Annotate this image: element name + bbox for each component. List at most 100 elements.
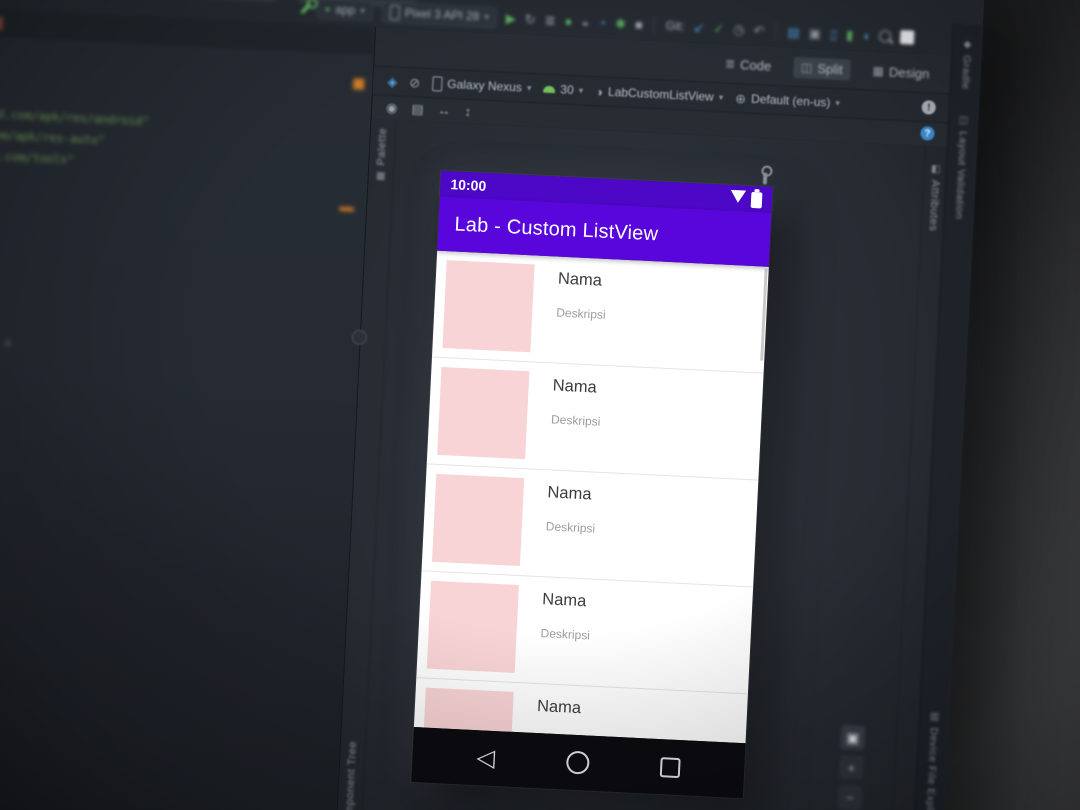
recents-icon[interactable] bbox=[659, 756, 681, 778]
api-level-selector[interactable]: 30 ▾ bbox=[543, 82, 584, 98]
git-commit-icon[interactable]: ✓ bbox=[713, 20, 725, 36]
palette-label: Palette bbox=[375, 127, 390, 166]
list-item[interactable]: Nama Deskripsi bbox=[431, 250, 769, 374]
preview-device-label: Galaxy Nexus bbox=[446, 76, 523, 95]
code-line: ent"△ bbox=[0, 332, 12, 348]
api-level-label: 30 bbox=[560, 82, 575, 98]
item-title: Nama bbox=[547, 483, 592, 504]
component-tree-stripe-button[interactable]: Component Tree ▤ bbox=[342, 741, 359, 810]
back-icon[interactable]: ◁ bbox=[476, 744, 496, 772]
home-icon[interactable] bbox=[565, 750, 590, 775]
tab-split-label: Split bbox=[817, 60, 844, 77]
layout-validation-stripe-button[interactable]: ◫ Layout Validation bbox=[953, 109, 970, 219]
device-file-explorer-icon: ▥ bbox=[929, 711, 940, 723]
theme-icon: ◑ bbox=[594, 83, 604, 100]
device-manager-icon[interactable]: ▯ bbox=[830, 26, 838, 41]
chevron-down-icon: ▾ bbox=[360, 5, 366, 16]
run-icon[interactable]: ▶ bbox=[506, 10, 517, 25]
gradle-stripe-button[interactable]: ◆ Gradle bbox=[959, 34, 974, 90]
locale-selector[interactable]: ⊕ Default (en-us) ▾ bbox=[735, 90, 840, 110]
run-config-label: app bbox=[334, 2, 356, 18]
photo-of-android-studio: ● app ▾ Pixel 3 API 28 ▾ ▶ ↻ ≣ ● ◒ ◔ ✱ ■ bbox=[0, 0, 1080, 810]
project-folder-icon[interactable]: ▤ bbox=[787, 24, 800, 40]
stop-icon[interactable]: ■ bbox=[635, 17, 644, 32]
tab-code[interactable]: ≣ Code bbox=[717, 53, 780, 77]
component-tree-label: Component Tree bbox=[342, 740, 360, 810]
phone-icon bbox=[389, 4, 401, 20]
wifi-icon bbox=[730, 189, 747, 203]
toolbar-spacer bbox=[852, 104, 910, 107]
item-text: Nama Deskripsi bbox=[549, 372, 603, 462]
zoom-out-button[interactable]: − bbox=[837, 784, 863, 810]
design-surface-icon[interactable]: ◈ bbox=[387, 73, 398, 88]
layout-validation-icon: ◫ bbox=[958, 114, 969, 126]
toolbar-separator bbox=[775, 21, 777, 40]
design-surface[interactable]: Palette ▦ Component Tree ▤ ◧ Attributes bbox=[335, 119, 948, 810]
item-text: Nama Deskripsi bbox=[554, 266, 608, 356]
attach-debugger-icon[interactable]: ◒ bbox=[581, 14, 590, 29]
item-description: Deskripsi bbox=[545, 519, 596, 536]
item-text: Nama Deskripsi bbox=[539, 586, 593, 676]
attributes-icon: ◧ bbox=[930, 163, 941, 176]
item-description: Deskripsi bbox=[550, 412, 601, 429]
device-selector[interactable]: Pixel 3 API 28 ▾ bbox=[381, 1, 498, 28]
render-wrench-icon[interactable] bbox=[762, 172, 768, 185]
debug-icon[interactable]: ● bbox=[564, 13, 573, 28]
error-stripe-marker[interactable] bbox=[352, 78, 365, 90]
palette-stripe-button[interactable]: Palette ▦ bbox=[374, 128, 389, 187]
list-item[interactable]: Nama Deskripsi bbox=[426, 357, 764, 481]
tab-split[interactable]: ◫ Split bbox=[792, 56, 852, 81]
help-icon[interactable]: ? bbox=[920, 126, 935, 141]
listview[interactable]: Nama Deskripsi Nama Deskripsi Nama Deskr… bbox=[413, 250, 769, 744]
list-item[interactable]: Nama Deskripsi bbox=[416, 571, 754, 695]
item-title: Nama bbox=[536, 697, 582, 718]
item-title: Nama bbox=[552, 376, 598, 397]
layout-validation-label: Layout Validation bbox=[952, 130, 970, 220]
device-file-explorer-stripe-button[interactable]: ▥ Device File Explorer bbox=[923, 706, 941, 810]
chevron-down-icon: ▾ bbox=[526, 82, 532, 93]
apply-code-changes-icon[interactable]: ≣ bbox=[544, 12, 556, 28]
code-line: id.com/tools" bbox=[0, 148, 75, 167]
git-history-icon[interactable]: ◷ bbox=[733, 21, 745, 37]
run-config-icon: ● bbox=[324, 3, 331, 14]
profiler-icon[interactable]: ◔ bbox=[598, 15, 607, 30]
zoom-in-button[interactable]: + bbox=[838, 754, 865, 781]
list-item[interactable]: Nama Deskripsi bbox=[421, 464, 759, 588]
gradle-icon: ◆ bbox=[963, 39, 972, 51]
view-list-icon[interactable]: ▤ bbox=[411, 101, 424, 117]
xml-code-area[interactable]: roid.com/apk/res/android" com/apk/res-au… bbox=[0, 34, 374, 810]
device-label: Pixel 3 API 28 bbox=[404, 5, 480, 24]
run-configuration-selector[interactable]: ● app ▾ bbox=[316, 0, 374, 22]
item-image-placeholder bbox=[426, 580, 519, 673]
git-update-icon[interactable]: ↙ bbox=[693, 19, 705, 35]
search-icon[interactable] bbox=[878, 29, 892, 43]
editor-tab-fragment[interactable] bbox=[0, 15, 4, 31]
terminal-icon[interactable]: ▣ bbox=[808, 25, 821, 41]
view-options-eye-icon[interactable]: ◉ bbox=[386, 99, 398, 115]
issues-info-icon[interactable]: ! bbox=[921, 100, 937, 115]
layout-width-icon[interactable]: ↔ bbox=[437, 102, 451, 118]
attributes-label[interactable]: Attributes bbox=[927, 180, 941, 232]
item-image-placeholder bbox=[431, 473, 525, 567]
layout-height-icon[interactable]: ↕ bbox=[464, 103, 471, 118]
phone-preview[interactable]: 10:00 Lab - Custom ListView Nama Deskrip… bbox=[411, 170, 773, 799]
running-devices-icon[interactable]: ▮ bbox=[846, 27, 854, 42]
apply-changes-icon[interactable]: ↻ bbox=[525, 11, 537, 27]
git-rollback-icon[interactable]: ↶ bbox=[753, 22, 765, 38]
split-mode-icon: ◫ bbox=[800, 60, 813, 75]
status-icons bbox=[730, 189, 763, 208]
error-stripe-mark[interactable] bbox=[339, 206, 355, 212]
item-description: Deskripsi bbox=[540, 626, 591, 643]
theme-selector[interactable]: ◑ LabCustomListView ▾ bbox=[595, 84, 724, 104]
code-editor-pane[interactable]: roid.com/apk/res/android" com/apk/res-au… bbox=[0, 7, 376, 810]
zoom-fit-button[interactable]: ▣ bbox=[840, 724, 866, 751]
item-title: Nama bbox=[557, 269, 603, 290]
panel-toggle-icon[interactable] bbox=[899, 29, 915, 45]
design-mode-icon: ▦ bbox=[872, 63, 885, 79]
preview-device-selector[interactable]: Galaxy Nexus ▾ bbox=[431, 75, 532, 96]
profile-app-icon[interactable]: ✱ bbox=[615, 16, 627, 32]
notifications-icon[interactable]: ◖ bbox=[862, 28, 871, 43]
orientation-icon[interactable]: ⊘ bbox=[409, 75, 421, 91]
code-mode-icon: ≣ bbox=[724, 56, 736, 71]
tab-design[interactable]: ▦ Design bbox=[864, 60, 938, 85]
